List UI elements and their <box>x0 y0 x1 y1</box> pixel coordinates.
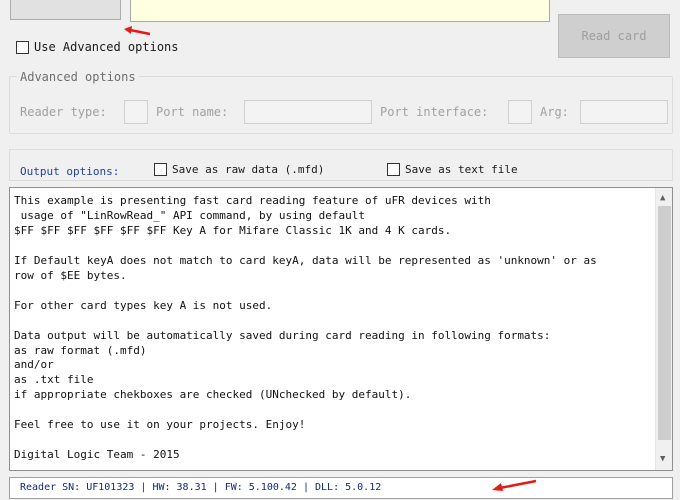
port-name-field[interactable] <box>244 100 372 124</box>
use-advanced-checkbox[interactable] <box>16 40 29 54</box>
annotation-arrow-status <box>492 479 537 491</box>
save-text-checkbox[interactable] <box>387 163 400 176</box>
card-data-field[interactable] <box>130 0 550 22</box>
use-advanced-label: Use Advanced options <box>34 40 179 54</box>
use-advanced-option[interactable]: Use Advanced options <box>16 40 179 54</box>
save-text-label: Save as text file <box>405 163 518 176</box>
save-raw-checkbox[interactable] <box>154 163 167 176</box>
save-raw-option[interactable]: Save as raw data (.mfd) <box>154 163 324 176</box>
read-card-button[interactable]: Read card <box>558 14 670 58</box>
arg-field[interactable] <box>580 100 668 124</box>
scroll-down-icon[interactable]: ▼ <box>660 455 665 464</box>
reader-type-field[interactable] <box>124 100 148 124</box>
reader-type-label: Reader type: <box>20 105 107 119</box>
top-button[interactable] <box>10 0 121 20</box>
info-textarea[interactable]: This example is presenting fast card rea… <box>9 187 673 471</box>
status-bar: Reader SN: UF101323 | HW: 38.31 | FW: 5.… <box>9 477 673 499</box>
info-text: This example is presenting fast card rea… <box>14 194 597 462</box>
status-text: Reader SN: UF101323 | HW: 38.31 | FW: 5.… <box>20 482 382 493</box>
arg-label: Arg: <box>540 105 569 119</box>
annotation-arrow-top <box>124 26 151 36</box>
scroll-up-icon[interactable]: ▲ <box>660 194 665 203</box>
advanced-options-legend: Advanced options <box>17 70 139 84</box>
scroll-thumb[interactable] <box>658 206 671 440</box>
vertical-scrollbar[interactable]: ▲ ▼ <box>655 188 672 470</box>
output-options-label: Output options: <box>20 165 120 178</box>
port-name-label: Port name: <box>156 105 229 119</box>
port-interface-label: Port interface: <box>380 105 489 119</box>
save-raw-label: Save as raw data (.mfd) <box>172 163 325 176</box>
port-interface-field[interactable] <box>508 100 532 124</box>
save-text-option[interactable]: Save as text file <box>387 163 518 176</box>
